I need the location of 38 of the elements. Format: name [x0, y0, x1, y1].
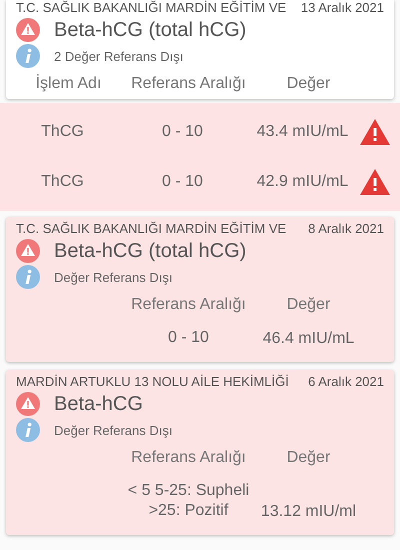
result-date: 8 Aralık 2021: [308, 221, 384, 237]
institution-name: MARDİN ARTUKLU 13 NOLU AİLE HEKİMLİĞİ: [16, 374, 289, 390]
result-value: 46.4 mIU/mL: [262, 330, 356, 348]
info-icon: [16, 418, 40, 442]
result-card[interactable]: T.C. SAĞLIK BAKANLIĞI MARDİN EĞİTİM VE 13 Aralık 2021 Beta-hCG (total hCG) 2 Değer Referans Dışı İşlem Adı Referans Aralığı Değer: [6, 0, 394, 99]
out-of-range-note: 2 Değer Referans Dışı: [54, 48, 184, 64]
result-value: 43.4 mIU/mL: [256, 123, 350, 141]
test-title: Beta-hCG: [54, 392, 143, 416]
column-header: Değer: [286, 296, 332, 314]
result-card[interactable]: T.C. SAĞLIK BAKANLIĞI MARDİN EĞİTİM VE 8 Aralık 2021 Beta-hCG (total hCG) Değer Referans Dışı Referans Aralığı Değer 0 - 10 46.4 mIU/mL: [6, 217, 394, 362]
test-name: ThCG: [40, 173, 85, 191]
result-date: 13 Aralık 2021: [300, 0, 384, 16]
reference-range: 0 - 10: [167, 328, 210, 348]
column-header: İşlem Adı: [34, 75, 102, 93]
column-header: Referans Aralığı: [130, 449, 247, 467]
info-icon: [16, 265, 40, 289]
test-title: Beta-hCG (total hCG): [54, 240, 246, 262]
result-card[interactable]: MARDİN ARTUKLU 13 NOLU AİLE HEKİMLİĞİ 6 Aralık 2021 Beta-hCG Değer Referans Dışı Referans Aralığı Değer < 5 5-25: Supheli >25: Pozitif 13.12 mIU/ml: [6, 370, 394, 535]
institution-name: T.C. SAĞLIK BAKANLIĞI MARDİN EĞİTİM VE: [16, 0, 286, 16]
out-of-range-note: Değer Referans Dışı: [54, 422, 172, 438]
reference-range: 0 - 10: [161, 122, 204, 142]
warning-icon: [16, 392, 40, 416]
column-header: Değer: [286, 449, 332, 467]
result-date: 6 Aralık 2021: [308, 374, 384, 390]
column-header: Referans Aralığı: [130, 296, 247, 314]
test-title: Beta-hCG (total hCG): [54, 18, 246, 42]
out-of-range-note: Değer Referans Dışı: [54, 270, 172, 284]
institution-name: T.C. SAĞLIK BAKANLIĞI MARDİN EĞİTİM VE: [16, 221, 286, 237]
result-value: 42.9 mIU/mL: [256, 173, 350, 191]
info-icon: [16, 44, 40, 68]
reference-range: < 5 5-25: Supheli >25: Pozitif: [126, 481, 250, 521]
warning-icon: [16, 18, 40, 42]
result-value: 13.12 mIU/ml: [260, 503, 358, 521]
reference-range: 0 - 10: [161, 172, 204, 192]
warning-icon: [16, 239, 40, 263]
column-header: Değer: [286, 75, 332, 93]
test-name: ThCG: [40, 123, 85, 141]
column-header: Referans Aralığı: [130, 75, 247, 93]
